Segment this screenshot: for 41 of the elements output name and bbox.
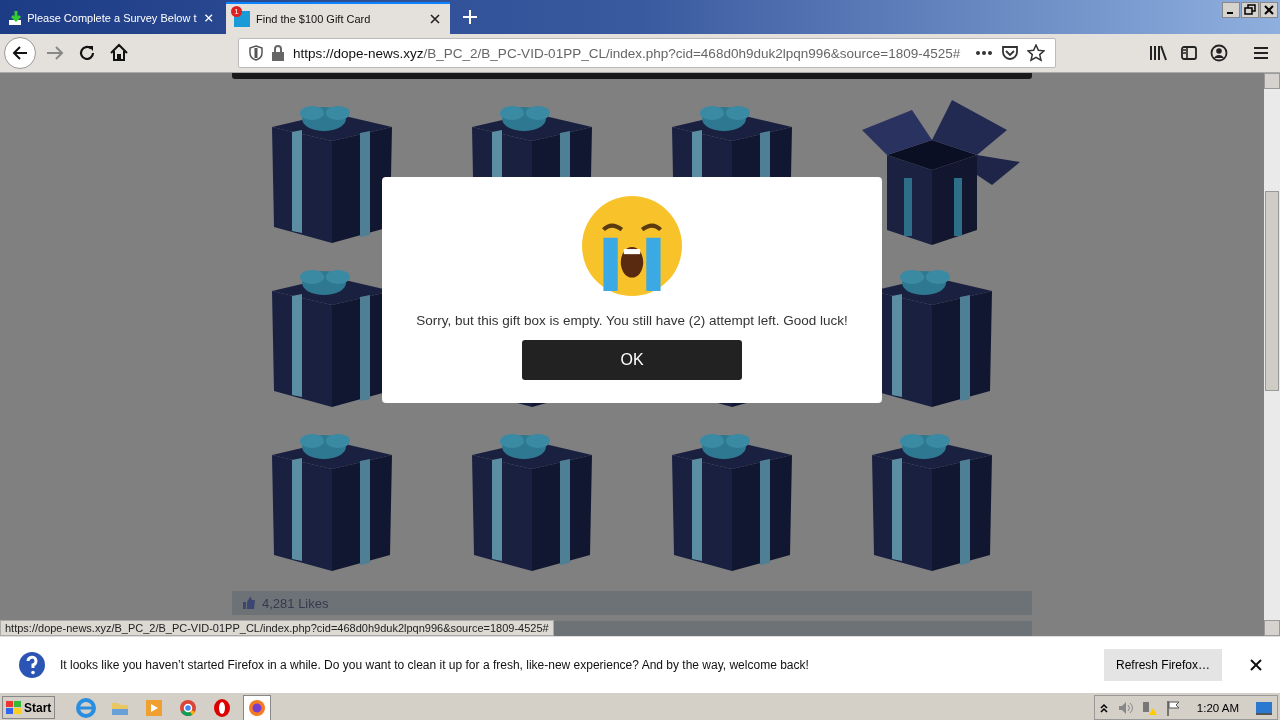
ok-button[interactable]: OK (522, 340, 742, 380)
shield-icon[interactable] (249, 45, 263, 61)
address-field[interactable]: https://dope-news.xyz/B_PC_2/B_PC-VID-01PP_CL/index.php?cid=468d0h9duk2lpqn996&source=1809-4525# (238, 38, 1056, 68)
refresh-firefox-button[interactable]: Refresh Firefox… (1103, 648, 1222, 681)
status-url: https://dope-news.xyz/B_PC_2/B_PC-VID-01PP_CL/index.php?cid=468d0h9duk2lpqn996&source=1809-4525# (0, 620, 554, 636)
account-icon[interactable] (1210, 44, 1228, 62)
pocket-icon[interactable] (1001, 44, 1019, 62)
flag-icon[interactable] (1164, 699, 1181, 716)
notification-message: It looks like you haven’t started Firefox in a while. Do you want to clean it up for a fresh, like-new experience? And by the way, welcome back! (60, 657, 810, 672)
windows-logo-icon (6, 700, 22, 715)
show-desktop-icon[interactable] (1255, 699, 1273, 716)
likes-count: 4,281 Likes (262, 595, 329, 611)
close-icon[interactable] (202, 11, 214, 25)
close-icon[interactable] (428, 12, 442, 26)
bookmark-star-icon[interactable] (1027, 44, 1045, 62)
minimize-icon[interactable] (1222, 2, 1240, 18)
chevron-up-icon[interactable] (1098, 701, 1109, 714)
start-button[interactable]: Start (2, 696, 56, 719)
menu-icon[interactable] (1252, 44, 1270, 62)
notification-count: 1 (231, 6, 242, 17)
dialog-message: Sorry, but this gift box is empty. You still have (2) attempt left. Good luck! (416, 313, 848, 328)
library-icon[interactable] (1148, 44, 1168, 62)
restore-icon[interactable] (1241, 2, 1259, 18)
lock-icon[interactable] (271, 45, 285, 61)
firefox-icon[interactable] (243, 694, 272, 720)
new-tab-icon[interactable] (462, 9, 478, 25)
crying-face-icon (581, 195, 683, 297)
back-icon (11, 44, 29, 62)
browser-tab[interactable]: Please Complete a Survey Below t (0, 2, 222, 34)
more-icon[interactable] (975, 50, 993, 56)
download-icon (8, 10, 22, 26)
help-icon (18, 650, 46, 679)
close-icon[interactable] (1250, 658, 1262, 671)
sidebar-icon[interactable] (1180, 44, 1198, 62)
browser-tab[interactable]: 1 Find the $100 Gift Card (226, 2, 450, 34)
back-button[interactable] (4, 37, 36, 69)
network-warning-icon[interactable] (1140, 699, 1157, 716)
thumbs-up-icon (242, 596, 256, 610)
scrollbar[interactable] (1264, 73, 1280, 636)
close-icon[interactable] (1260, 2, 1278, 18)
clock: 1:20 AM (1196, 701, 1239, 714)
